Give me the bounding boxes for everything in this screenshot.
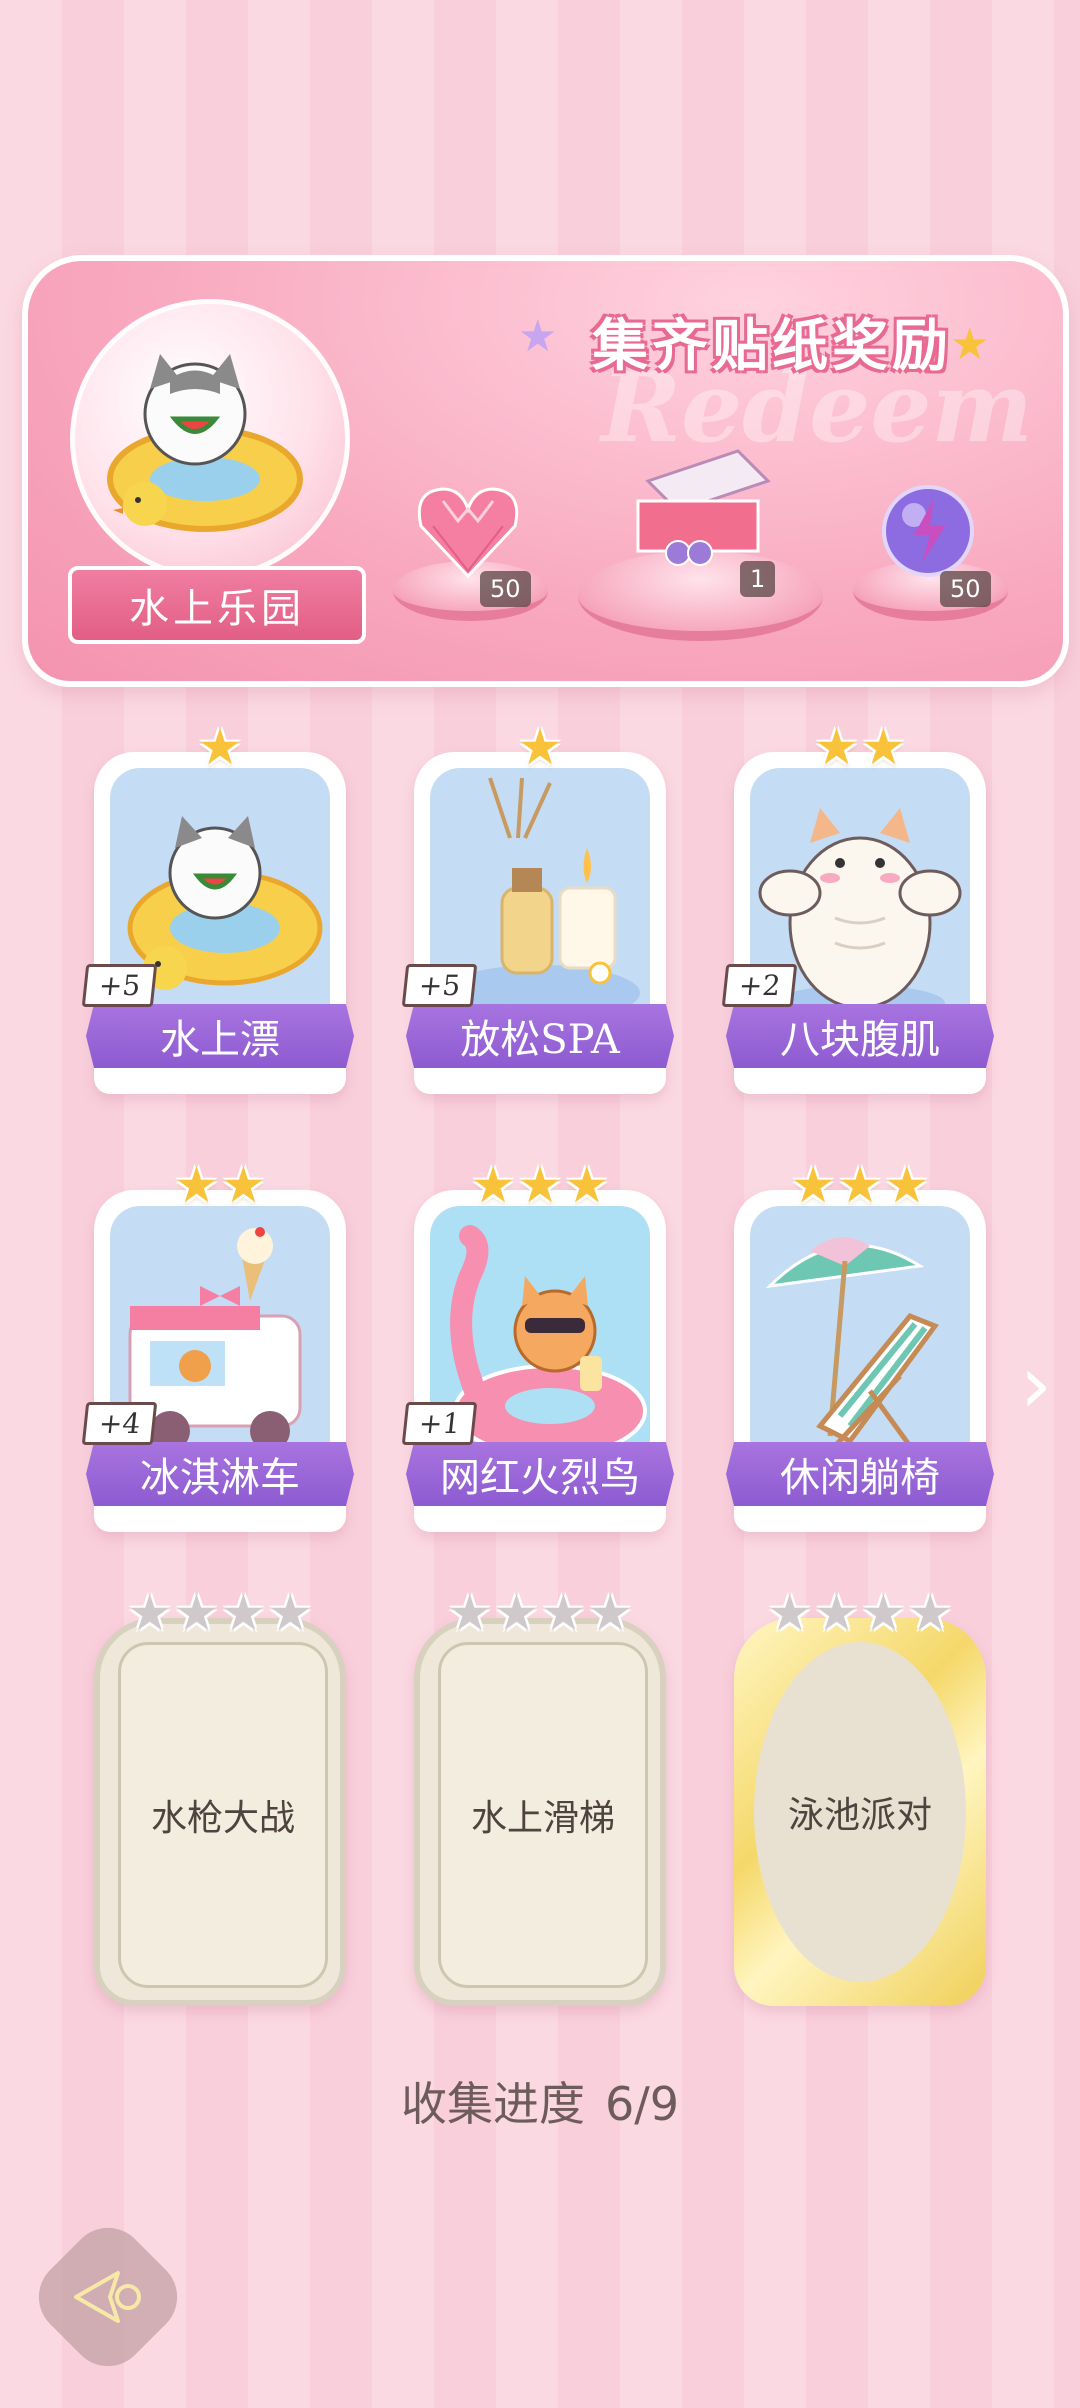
star-rating: ★ (414, 722, 666, 772)
grey-star-icon: ★ (541, 1584, 586, 1642)
locked-card-label: 水上滑梯 (438, 1642, 648, 1988)
reward-count: 50 (480, 571, 531, 607)
duplicate-count: +1 (401, 1402, 478, 1445)
gold-star-icon: ★ (517, 1156, 563, 1214)
gold-star-icon: ★ (814, 718, 859, 776)
theme-avatar (70, 299, 350, 579)
progress-label: 收集进度 (400, 2077, 585, 2131)
grey-star-icon: ★ (907, 1584, 953, 1642)
grey-star-icon: ★ (447, 1584, 493, 1642)
gold-star-icon: ★ (837, 1156, 883, 1214)
banner-title: 集齐贴纸奖励 (592, 313, 952, 379)
star-rating: ★ ★ (94, 1160, 346, 1210)
gold-star-icon: ★ (790, 1156, 836, 1214)
duplicate-count: +5 (401, 964, 478, 1007)
gold-star-icon: ★ (517, 718, 563, 776)
card-label: 八块腹肌 (726, 1004, 994, 1068)
sticker-card[interactable]: ★ ★ ★ 休闲躺椅 (726, 1160, 994, 1532)
gift-box-icon[interactable] (618, 441, 788, 571)
star-rating: ★ ★ ★ (734, 1160, 986, 1210)
locked-sticker-card[interactable]: 水枪大战 ★ ★ ★ ★ (94, 1588, 346, 2006)
back-arrow-icon[interactable] (58, 2257, 158, 2337)
reward-banner: Redeem ★ 集齐贴纸奖励 ★ 水上乐园 50 1 50 (22, 255, 1069, 687)
grey-star-icon: ★ (127, 1584, 173, 1642)
sticker-card[interactable]: ★ ★ 冰淇淋车 +4 (81, 1160, 354, 1532)
grey-star-icon: ★ (814, 1584, 859, 1642)
locked-sticker-card[interactable]: 泳池派对 ★ ★ ★ ★ (734, 1588, 986, 2006)
grey-star-icon: ★ (174, 1584, 219, 1642)
card-label: 放松SPA (406, 1004, 674, 1068)
gold-star-icon: ★ (174, 1156, 219, 1214)
locked-card-label: 泳池派对 (754, 1642, 966, 1982)
sticker-card[interactable]: ★ ★ ★ 网红火烈鸟 +1 (401, 1160, 674, 1532)
star-icon: ★ (950, 319, 990, 370)
star-rating: ★ (94, 722, 346, 772)
gold-star-icon: ★ (221, 1156, 266, 1214)
card-label: 网红火烈鸟 (406, 1442, 674, 1506)
purple-lightning-orb-icon[interactable] (873, 476, 983, 586)
star-icon: ★ (518, 311, 558, 362)
star-rating: ★ ★ ★ ★ (94, 1588, 346, 1638)
grey-star-icon: ★ (767, 1584, 813, 1642)
grey-star-icon: ★ (861, 1584, 906, 1642)
sticker-card[interactable]: ★ ★ 八块腹肌 +2 (721, 722, 994, 1094)
collection-progress: 收集进度 6/9 (0, 2068, 1080, 2134)
progress-value: 6/9 (604, 2077, 680, 2131)
duplicate-count: +4 (81, 1402, 158, 1445)
grey-star-icon: ★ (587, 1584, 633, 1642)
star-rating: ★ ★ ★ ★ (414, 1588, 666, 1638)
gold-star-icon: ★ (884, 1156, 930, 1214)
card-label: 休闲躺椅 (726, 1442, 994, 1506)
locked-sticker-card[interactable]: 水上滑梯 ★ ★ ★ ★ (414, 1588, 666, 2006)
chevron-right-icon[interactable]: › (1020, 1345, 1064, 1425)
gold-star-icon: ★ (564, 1156, 610, 1214)
star-rating: ★ ★ ★ ★ (734, 1588, 986, 1638)
gold-star-icon: ★ (861, 718, 906, 776)
gold-star-icon: ★ (470, 1156, 516, 1214)
pink-heart-gem-icon[interactable] (408, 476, 528, 586)
grey-star-icon: ★ (494, 1584, 539, 1642)
card-art (750, 1206, 970, 1476)
locked-card-label: 水枪大战 (118, 1642, 328, 1988)
duplicate-count: +5 (81, 964, 158, 1007)
reward-count: 1 (740, 561, 776, 597)
card-label: 水上漂 (86, 1004, 354, 1068)
grey-star-icon: ★ (267, 1584, 313, 1642)
theme-name-ribbon: 水上乐园 (68, 566, 366, 644)
duplicate-count: +2 (721, 964, 798, 1007)
card-label: 冰淇淋车 (86, 1442, 354, 1506)
sticker-card[interactable]: ★ 放松SPA +5 (401, 722, 674, 1094)
grey-star-icon: ★ (221, 1584, 266, 1642)
star-rating: ★ ★ (734, 722, 986, 772)
star-rating: ★ ★ ★ (414, 1160, 666, 1210)
sticker-card[interactable]: ★ 水上漂 +5 (81, 722, 354, 1094)
gold-star-icon: ★ (197, 718, 243, 776)
reward-count: 50 (940, 571, 991, 607)
